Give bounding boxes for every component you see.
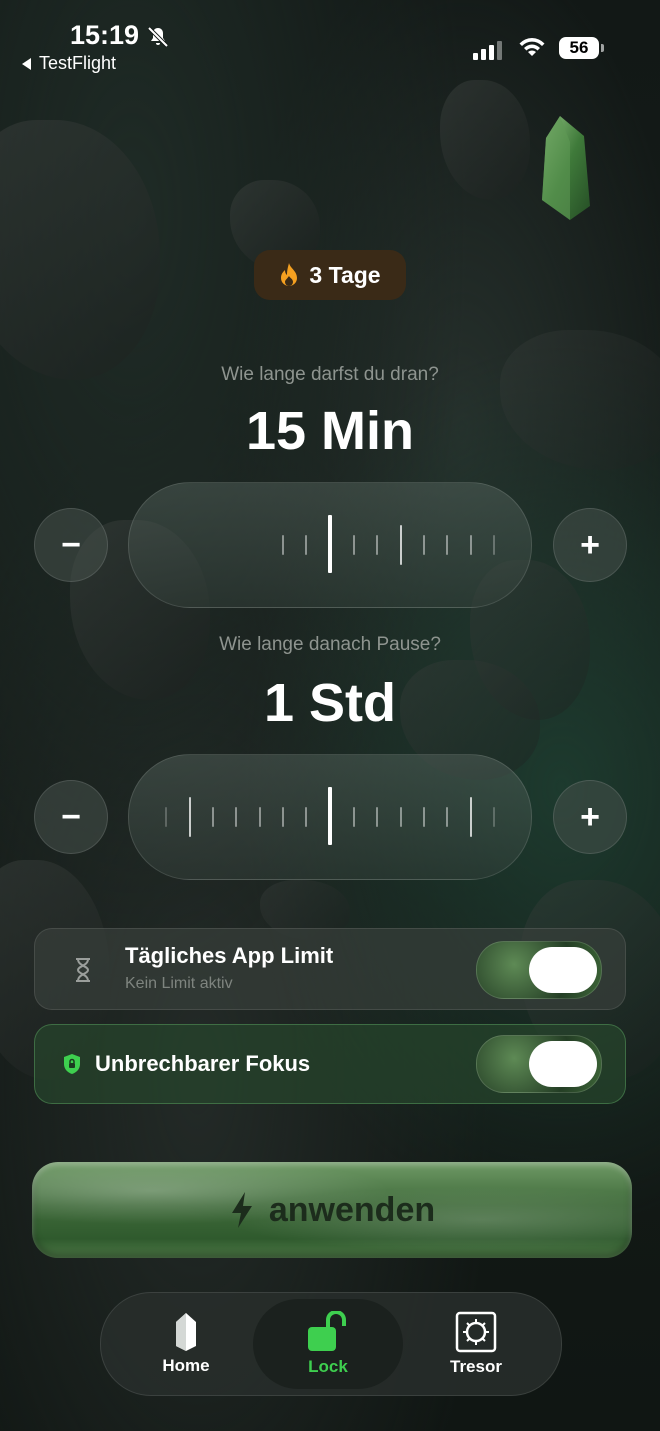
- pause-question: Wie lange danach Pause?: [219, 634, 441, 655]
- apply-button[interactable]: anwenden: [32, 1162, 632, 1258]
- daily-limit-toggle[interactable]: [476, 941, 602, 999]
- usage-value: 15 Min: [245, 401, 415, 461]
- tab-lock[interactable]: Lock: [253, 1299, 403, 1389]
- usage-decrease-button[interactable]: −: [34, 508, 108, 582]
- pause-value: 1 Std: [263, 673, 397, 733]
- toggle-knob: [529, 947, 597, 993]
- daily-app-limit-row: Tägliches App Limit Kein Limit aktiv: [34, 928, 626, 1010]
- bell-muted-icon: [147, 26, 169, 48]
- toggle-knob: [529, 1041, 597, 1087]
- usage-question: Wie lange darfst du dran?: [221, 364, 439, 385]
- usage-increase-button[interactable]: +: [553, 508, 627, 582]
- unbreakable-focus-row: Unbrechbarer Fokus: [34, 1024, 626, 1104]
- back-arrow-icon: [22, 58, 31, 71]
- pause-increase-button[interactable]: +: [553, 780, 627, 854]
- wifi-icon: [519, 38, 545, 56]
- focus-title: Unbrechbarer Fokus: [95, 1051, 311, 1076]
- hourglass-icon: [76, 958, 90, 982]
- unbreakable-focus-toggle[interactable]: [476, 1035, 602, 1093]
- pause-duration-slider[interactable]: [128, 754, 532, 880]
- lightning-icon: [231, 1192, 252, 1228]
- streak-label: 3 Tage: [309, 261, 381, 288]
- jade-crystal-icon: [542, 116, 590, 220]
- usage-duration-slider[interactable]: [128, 482, 532, 608]
- daily-limit-subtitle: Kein Limit aktiv: [125, 975, 233, 992]
- pause-decrease-button[interactable]: −: [34, 780, 108, 854]
- battery-indicator: 56: [559, 37, 604, 59]
- back-to-testflight[interactable]: TestFlight: [22, 53, 116, 74]
- tab-tresor[interactable]: Tresor: [401, 1293, 551, 1395]
- status-time: 15:19: [70, 20, 140, 50]
- tab-home[interactable]: Home: [111, 1293, 261, 1395]
- status-bar: 15:19 TestFlight 56: [0, 0, 660, 80]
- cellular-signal-icon: [473, 40, 507, 60]
- apply-label: anwenden: [268, 1190, 436, 1229]
- usage-slider-indicator: [328, 515, 332, 573]
- unlock-icon: [308, 1311, 346, 1351]
- shield-lock-icon: [64, 1054, 80, 1074]
- crystal-icon: [176, 1313, 196, 1351]
- safe-icon: [455, 1311, 497, 1353]
- pause-slider-indicator: [328, 787, 332, 845]
- streak-badge: 3 Tage: [254, 250, 406, 300]
- daily-limit-title: Tägliches App Limit: [125, 943, 334, 968]
- flame-icon: [281, 263, 298, 286]
- tab-bar: Home Lock Tresor: [100, 1292, 562, 1396]
